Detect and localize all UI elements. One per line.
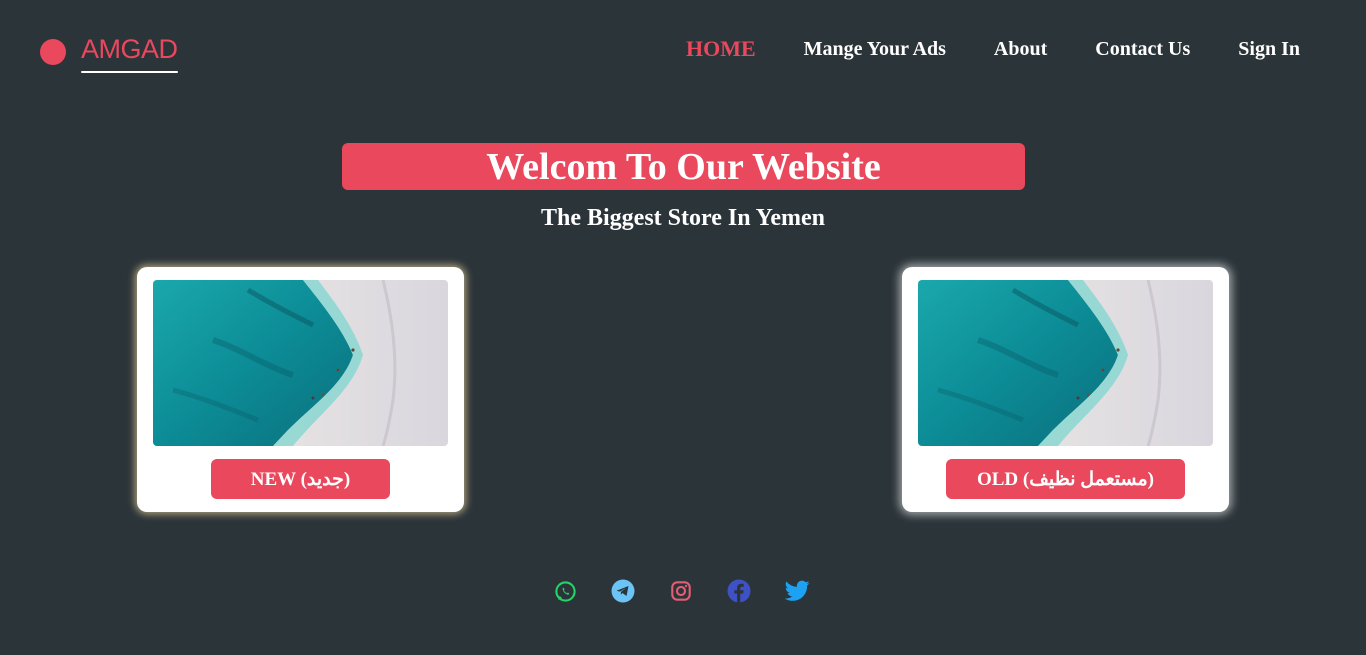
beach-aerial-image xyxy=(153,280,448,446)
nav-sign-in-link[interactable]: Sign In xyxy=(1238,35,1300,63)
new-button[interactable]: NEW (جديد) xyxy=(211,459,390,499)
whatsapp-icon[interactable] xyxy=(552,577,578,605)
logo[interactable]: AMGAD xyxy=(40,34,178,73)
logo-text: AMGAD xyxy=(81,34,178,73)
new-items-card: NEW (جديد) xyxy=(137,267,464,512)
old-button[interactable]: OLD (مستعمل نظيف) xyxy=(946,459,1185,499)
hero-subtitle: The Biggest Store In Yemen xyxy=(541,205,825,231)
page: AMGAD HOME Mange Your Ads About Contact … xyxy=(0,0,1366,655)
hero-banner: Welcom To Our Website xyxy=(342,143,1025,190)
telegram-icon[interactable] xyxy=(610,577,636,605)
nav-contact-link[interactable]: Contact Us xyxy=(1095,35,1190,63)
facebook-icon[interactable] xyxy=(726,577,752,605)
beach-aerial-image xyxy=(918,280,1213,446)
nav-home-link[interactable]: HOME xyxy=(686,35,756,63)
twitter-icon[interactable] xyxy=(784,577,810,605)
logo-dot-icon xyxy=(40,39,66,65)
nav-manage-ads-link[interactable]: Mange Your Ads xyxy=(804,35,946,63)
nav-about-link[interactable]: About xyxy=(994,35,1047,63)
social-links xyxy=(552,577,810,605)
main-nav: HOME Mange Your Ads About Contact Us Sig… xyxy=(638,35,1300,63)
instagram-icon[interactable] xyxy=(668,577,694,605)
hero-title: Welcom To Our Website xyxy=(486,145,881,188)
used-items-card: OLD (مستعمل نظيف) xyxy=(902,267,1229,512)
